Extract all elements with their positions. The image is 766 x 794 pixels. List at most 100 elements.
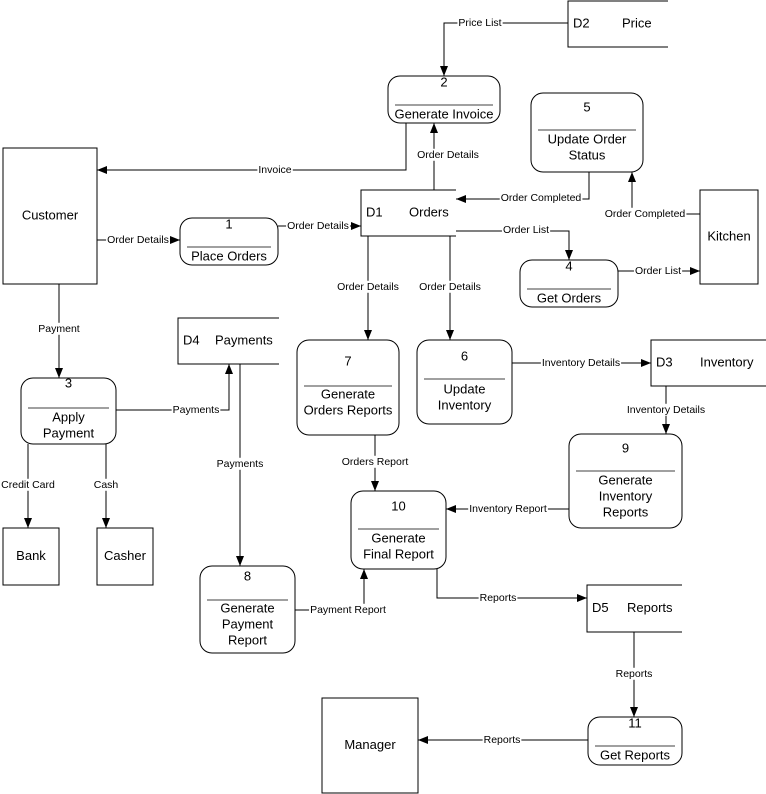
flow-order-completed[interactable]: Order Completed: [603, 172, 700, 220]
flow-order-list[interactable]: Order List: [618, 264, 700, 277]
flow-reports[interactable]: Reports: [614, 632, 654, 717]
flow-label: Reports: [484, 734, 521, 746]
flow-inventory-report[interactable]: Inventory Report: [446, 502, 569, 515]
process-label: Generate Invoice: [394, 106, 493, 121]
flow-inventory-details[interactable]: Inventory Details: [625, 386, 707, 434]
process-4[interactable]: 4 Get Orders: [519, 258, 619, 308]
flow-label: Payment Report: [310, 604, 386, 616]
process-number: 8: [244, 568, 251, 583]
flow-label: Order Details: [337, 281, 399, 293]
process-label: Get Orders: [537, 290, 602, 305]
flow-orders-report[interactable]: Orders Report: [340, 435, 410, 491]
store-label: Price: [622, 15, 652, 30]
flow-order-details[interactable]: Order Details: [416, 123, 480, 190]
process-8[interactable]: 8 GeneratePaymentReport: [199, 565, 296, 654]
process-9[interactable]: 9 GenerateInventoryReports: [568, 433, 683, 529]
process-number: 2: [440, 74, 447, 89]
process-number: 3: [65, 375, 72, 390]
flow-label: Order Completed: [605, 208, 686, 220]
flow-payment[interactable]: Payment: [37, 284, 81, 378]
flow-payment-report[interactable]: Payment Report: [295, 569, 388, 616]
entity-bank[interactable]: Bank: [2, 527, 60, 586]
flow-arrow: [97, 123, 407, 174]
store-code: D1: [366, 204, 383, 219]
process-number: 9: [622, 440, 629, 455]
data-store-d2[interactable]: D2 Price: [567, 0, 668, 48]
flow-label: Order Details: [419, 281, 481, 293]
process-1[interactable]: 1 Place Orders: [179, 216, 279, 266]
flow-order-completed[interactable]: Order Completed: [456, 172, 590, 204]
flow-order-details[interactable]: Order Details: [97, 233, 180, 246]
flow-label: Payment: [38, 323, 80, 335]
process-label: Payment: [222, 616, 274, 631]
flow-label: Order Details: [107, 234, 169, 246]
store-code: D5: [592, 600, 609, 615]
data-store-d3[interactable]: D3 Inventory: [650, 339, 766, 387]
process-3[interactable]: 3 ApplyPayment: [20, 375, 117, 445]
flow-payments[interactable]: Payments: [215, 364, 265, 566]
entity-customer[interactable]: Customer: [2, 147, 98, 285]
data-store-d5[interactable]: D5 Reports: [586, 584, 682, 633]
process-10[interactable]: 10 GenerateFinal Report: [350, 490, 447, 570]
flow-order-details[interactable]: Order Details: [336, 236, 400, 340]
store-label: Payments: [215, 332, 273, 347]
flow-label: Reports: [480, 592, 517, 604]
process-label: Final Report: [363, 546, 434, 561]
flow-label: Order Details: [287, 220, 349, 232]
flow-label: Inventory Report: [469, 503, 547, 515]
flow-invoice[interactable]: Invoice: [97, 123, 407, 176]
flow-label: Reports: [616, 668, 653, 680]
store-label: Reports: [627, 600, 673, 615]
flow-price-list[interactable]: Price List: [440, 16, 568, 76]
flow-inventory-details[interactable]: Inventory Details: [512, 356, 651, 369]
process-label: Generate: [220, 600, 274, 615]
flow-order-details[interactable]: Order Details: [278, 219, 361, 232]
data-store-d4[interactable]: D4 Payments: [177, 317, 279, 365]
flow-label: Payments: [217, 458, 264, 470]
process-label: Place Orders: [191, 248, 267, 263]
entity-casher[interactable]: Casher: [96, 527, 154, 586]
flow-payments[interactable]: Payments: [116, 364, 233, 416]
process-number: 4: [565, 258, 572, 273]
process-2[interactable]: 2 Generate Invoice: [387, 74, 501, 124]
process-label: Payment: [43, 425, 95, 440]
flow-credit-card[interactable]: Credit Card: [0, 444, 57, 528]
process-label: Update Order: [548, 131, 627, 146]
process-5[interactable]: 5 Update OrderStatus: [530, 92, 644, 173]
process-number: 5: [583, 99, 590, 114]
flow-label: Order Details: [417, 149, 479, 161]
entity-kitchen[interactable]: Kitchen: [699, 189, 759, 285]
process-11[interactable]: 11 Get Reports: [587, 715, 683, 766]
flow-label: Price List: [458, 17, 501, 29]
flow-label: Invoice: [258, 164, 291, 176]
entity-label: Bank: [16, 548, 46, 563]
flow-cash[interactable]: Cash: [92, 444, 120, 528]
process-number: 7: [344, 353, 351, 368]
flow-label: Cash: [94, 479, 119, 491]
entity-label: Customer: [22, 207, 79, 222]
flow-label: Order List: [503, 224, 549, 236]
process-number: 11: [628, 715, 642, 730]
diagram-svg: Price List Invoice Order Details Order Comp…: [0, 0, 766, 794]
flow-label: Order List: [635, 265, 681, 277]
entity-label: Kitchen: [707, 228, 750, 243]
process-label: Inventory: [599, 488, 653, 503]
entity-manager[interactable]: Manager: [321, 697, 419, 794]
flow-arrow: [440, 22, 568, 76]
process-label: Reports: [603, 504, 649, 519]
process-label: Inventory: [438, 397, 492, 412]
process-label: Apply: [52, 409, 85, 424]
data-store-d1[interactable]: D1 Orders: [360, 189, 456, 237]
process-label: Get Reports: [600, 747, 671, 762]
flow-order-details[interactable]: Order Details: [418, 236, 482, 340]
store-label: Inventory: [700, 354, 754, 369]
flow-label: Inventory Details: [542, 357, 620, 369]
flow-label: Orders Report: [342, 456, 409, 468]
process-6[interactable]: 6 UpdateInventory: [416, 339, 513, 425]
flow-reports[interactable]: Reports: [436, 569, 587, 604]
process-label: Status: [569, 147, 606, 162]
flow-reports[interactable]: Reports: [418, 733, 588, 746]
flow-order-list[interactable]: Order List: [456, 223, 573, 260]
process-7[interactable]: 7 GenerateOrders Reports: [296, 339, 400, 436]
store-code: D2: [573, 15, 590, 30]
